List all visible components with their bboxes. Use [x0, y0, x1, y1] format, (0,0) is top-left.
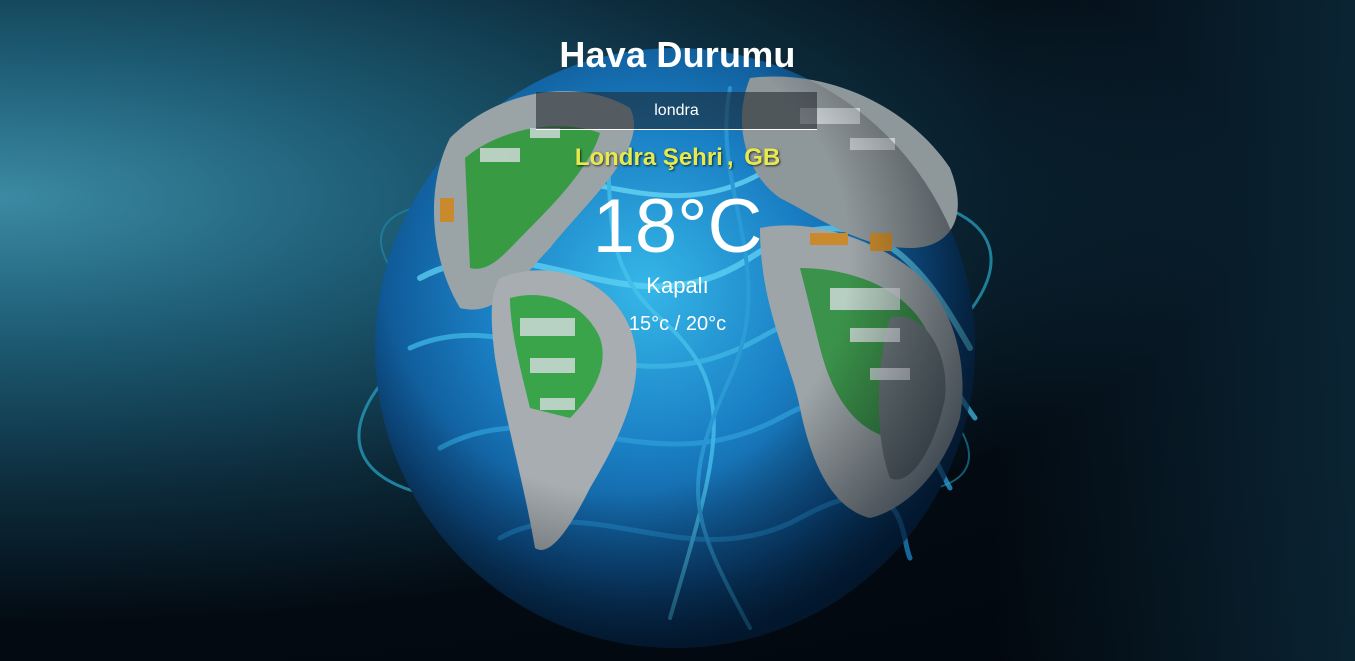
app-title: Hava Durumu: [559, 34, 796, 75]
weather-condition: Kapalı: [646, 273, 709, 298]
location-separator: ,: [726, 144, 734, 171]
min-max-temperature: 15°c / 20°c: [628, 313, 727, 335]
country-code: GB: [744, 144, 781, 171]
city-name: Londra Şehri: [574, 144, 723, 171]
city-search-input[interactable]: [536, 92, 817, 130]
weather-card: Hava Durumu Londra Şehri, GB 18°C Kapalı…: [0, 0, 1355, 661]
location-label: Londra Şehri, GB: [0, 144, 1355, 172]
current-temperature: 18°C: [592, 184, 763, 269]
